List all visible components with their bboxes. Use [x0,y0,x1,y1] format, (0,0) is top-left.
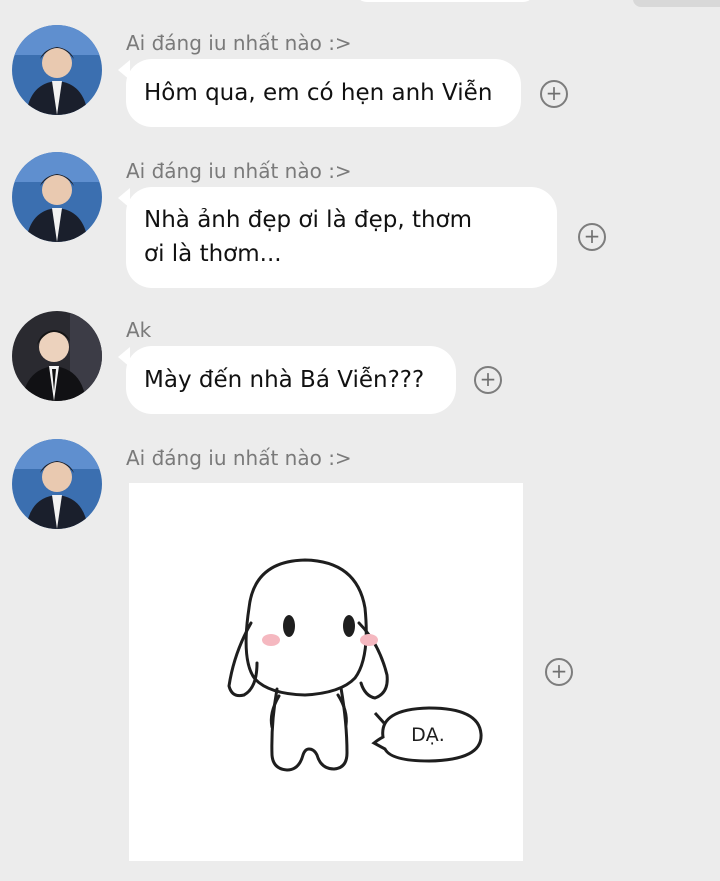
sender-name: Ai đáng iu nhất nào :> [126,446,352,470]
plus-circle-icon[interactable]: + [540,80,568,108]
message-text: Mày đến nhà Bá Viễn??? [144,367,425,393]
sticker-speech-text: DẠ. [411,724,445,746]
message-text-line: Nhà ảnh đẹp ơi là đẹp, thơm [144,207,473,233]
sender-name: Ai đáng iu nhất nào :> [126,159,352,183]
plus-circle-icon[interactable]: + [545,658,573,686]
message-bubble[interactable]: Hôm qua, em có hẹn anh Viễn [126,59,521,127]
previous-message-bubble [355,0,535,2]
bunny-sticker-image: DẠ. [227,558,483,772]
message-text-line: ơi là thơm... [144,241,282,267]
message-bubble[interactable]: Nhà ảnh đẹp ơi là đẹp, thơm ơi là thơm..… [126,187,557,288]
sender-name: Ak [126,318,152,342]
message-bubble[interactable]: Mày đến nhà Bá Viễn??? [126,346,456,414]
plus-circle-icon[interactable]: + [578,223,606,251]
avatar[interactable] [12,152,102,242]
avatar[interactable] [12,311,102,401]
sender-name: Ai đáng iu nhất nào :> [126,31,352,55]
sticker-message[interactable]: DẠ. [129,483,523,861]
avatar[interactable] [12,25,102,115]
plus-circle-icon[interactable]: + [474,366,502,394]
top-right-element [633,0,720,7]
avatar[interactable] [12,439,102,529]
message-text: Hôm qua, em có hẹn anh Viễn [144,80,493,106]
